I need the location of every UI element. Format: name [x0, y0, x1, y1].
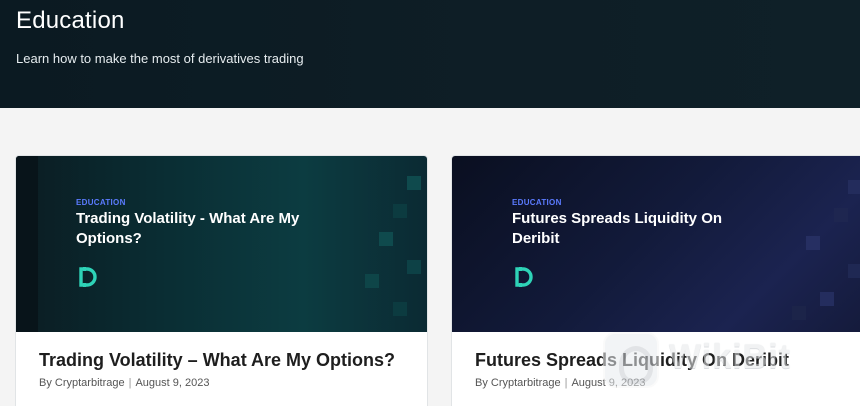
thumbnail-category-tag: EDUCATION — [512, 198, 562, 207]
thumbnail-category-tag: EDUCATION — [76, 198, 126, 207]
article-title[interactable]: Trading Volatility – What Are My Options… — [39, 350, 395, 371]
wikibit-watermark: WikiBit — [603, 330, 853, 390]
meta-separator: | — [128, 377, 132, 389]
article-date: August 9, 2023 — [135, 377, 210, 389]
page-title: Education — [16, 7, 125, 34]
article-author[interactable]: By Cryptarbitrage — [475, 377, 561, 389]
meta-separator: | — [564, 377, 568, 389]
thumbnail-title: Trading Volatility - What Are My Options… — [76, 210, 300, 247]
page-header: Education Learn how to make the most of … — [0, 0, 860, 108]
article-thumbnail[interactable]: EDUCATION Futures Spreads Liquidity On D… — [452, 156, 860, 332]
article-author[interactable]: By Cryptarbitrage — [39, 377, 125, 389]
deribit-logo-icon — [515, 267, 533, 287]
article-meta: By Cryptarbitrage|August 9, 2023 — [39, 377, 209, 389]
article-card[interactable]: EDUCATION Trading Volatility - What Are … — [15, 155, 428, 406]
deribit-logo-icon — [79, 267, 97, 287]
page-subtitle: Learn how to make the most of derivative… — [16, 51, 304, 66]
article-thumbnail[interactable]: EDUCATION Trading Volatility - What Are … — [16, 156, 427, 332]
thumbnail-title: Futures Spreads Liquidity On Deribit — [512, 210, 723, 247]
wikibit-logo-icon — [603, 332, 659, 388]
watermark-text: WikiBit — [669, 338, 791, 376]
